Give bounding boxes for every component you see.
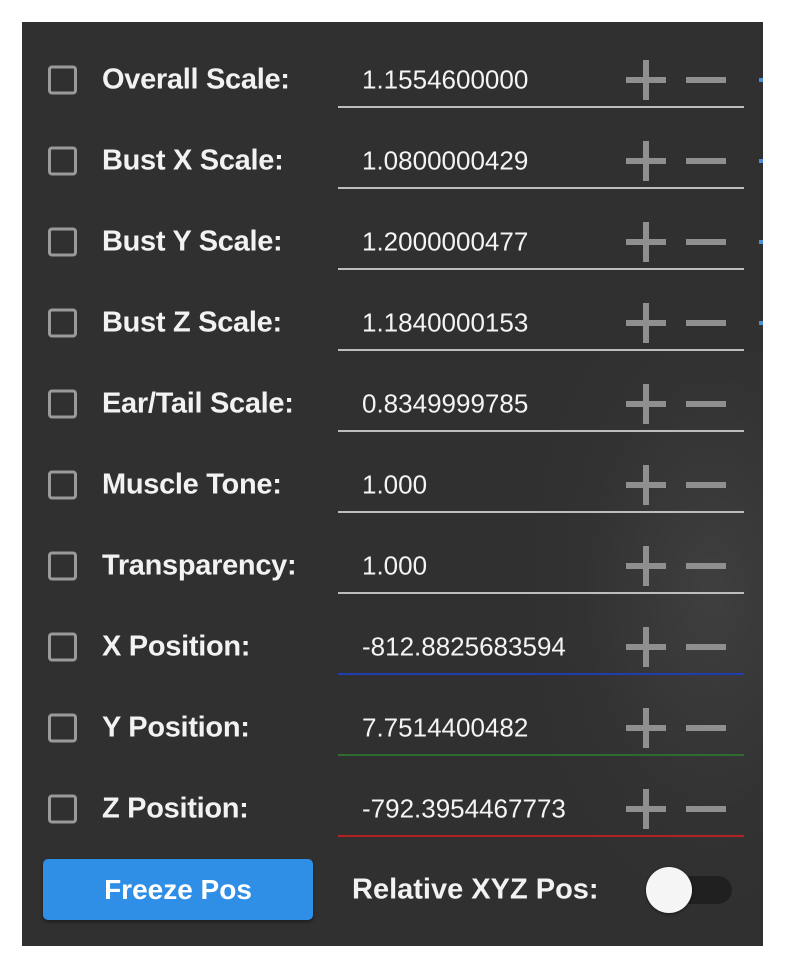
bust-x-scale-label: Bust X Scale: xyxy=(102,144,284,177)
row-overall-scale: Overall Scale: 1.1554600000 xyxy=(22,42,763,123)
muscle-tone-checkbox[interactable] xyxy=(48,470,77,500)
freeze-pos-button[interactable]: Freeze Pos xyxy=(43,859,313,920)
ear-tail-scale-label: Ear/Tail Scale: xyxy=(102,387,294,420)
row-bust-y-scale: Bust Y Scale: 1.2000000477 xyxy=(22,204,763,285)
overall-scale-value[interactable]: 1.1554600000 xyxy=(362,65,528,96)
minus-icon[interactable] xyxy=(686,303,726,343)
row-muscle-tone: Muscle Tone: 1.000 xyxy=(22,447,763,528)
bust-y-scale-value[interactable]: 1.2000000477 xyxy=(362,227,528,258)
minus-icon[interactable] xyxy=(686,789,726,829)
y-position-checkbox[interactable] xyxy=(48,713,77,743)
y-position-label: Y Position: xyxy=(102,711,250,744)
minus-icon[interactable] xyxy=(686,627,726,667)
row-y-position: Y Position: 7.7514400482 xyxy=(22,690,763,771)
z-position-label: Z Position: xyxy=(102,792,249,825)
ear-tail-scale-field[interactable]: 0.8349999785 xyxy=(338,376,744,432)
minus-icon[interactable] xyxy=(686,60,726,100)
scroll-edge-marker xyxy=(759,78,763,82)
bust-y-scale-field[interactable]: 1.2000000477 xyxy=(338,214,744,270)
x-position-checkbox[interactable] xyxy=(48,632,77,662)
plus-icon[interactable] xyxy=(626,789,666,829)
x-position-value[interactable]: -812.8825683594 xyxy=(362,632,566,663)
bust-z-scale-field[interactable]: 1.1840000153 xyxy=(338,295,744,351)
overall-scale-checkbox[interactable] xyxy=(48,65,77,95)
transform-panel: Overall Scale: 1.1554600000 Bust X Scale… xyxy=(22,22,763,946)
bust-z-scale-checkbox[interactable] xyxy=(48,308,77,338)
plus-icon[interactable] xyxy=(626,546,666,586)
bust-z-scale-label: Bust Z Scale: xyxy=(102,306,282,339)
ear-tail-scale-value[interactable]: 0.8349999785 xyxy=(362,389,528,420)
minus-icon[interactable] xyxy=(686,384,726,424)
row-ear-tail-scale: Ear/Tail Scale: 0.8349999785 xyxy=(22,366,763,447)
bust-x-scale-checkbox[interactable] xyxy=(48,146,77,176)
overall-scale-label: Overall Scale: xyxy=(102,63,290,96)
row-x-position: X Position: -812.8825683594 xyxy=(22,609,763,690)
minus-icon[interactable] xyxy=(686,141,726,181)
bust-z-scale-value[interactable]: 1.1840000153 xyxy=(362,308,528,339)
z-position-field[interactable]: -792.3954467773 xyxy=(338,781,744,837)
transparency-label: Transparency: xyxy=(102,549,297,582)
toggle-knob[interactable] xyxy=(646,867,692,913)
bust-y-scale-checkbox[interactable] xyxy=(48,227,77,257)
transparency-field[interactable]: 1.000 xyxy=(338,538,744,594)
x-position-field[interactable]: -812.8825683594 xyxy=(338,619,744,675)
plus-icon[interactable] xyxy=(626,384,666,424)
scroll-edge-marker xyxy=(759,321,763,325)
row-transparency: Transparency: 1.000 xyxy=(22,528,763,609)
muscle-tone-value[interactable]: 1.000 xyxy=(362,470,427,501)
y-position-field[interactable]: 7.7514400482 xyxy=(338,700,744,756)
scroll-edge-marker xyxy=(759,240,763,244)
plus-icon[interactable] xyxy=(626,222,666,262)
transparency-checkbox[interactable] xyxy=(48,551,77,581)
overall-scale-field[interactable]: 1.1554600000 xyxy=(338,52,744,108)
plus-icon[interactable] xyxy=(626,465,666,505)
plus-icon[interactable] xyxy=(626,141,666,181)
transparency-value[interactable]: 1.000 xyxy=(362,551,427,582)
row-bust-z-scale: Bust Z Scale: 1.1840000153 xyxy=(22,285,763,366)
row-bust-x-scale: Bust X Scale: 1.0800000429 xyxy=(22,123,763,204)
y-position-value[interactable]: 7.7514400482 xyxy=(362,713,528,744)
plus-icon[interactable] xyxy=(626,708,666,748)
relative-xyz-pos-label: Relative XYZ Pos: xyxy=(352,873,599,906)
minus-icon[interactable] xyxy=(686,222,726,262)
muscle-tone-label: Muscle Tone: xyxy=(102,468,282,501)
minus-icon[interactable] xyxy=(686,546,726,586)
bust-x-scale-field[interactable]: 1.0800000429 xyxy=(338,133,744,189)
plus-icon[interactable] xyxy=(626,303,666,343)
minus-icon[interactable] xyxy=(686,708,726,748)
z-position-value[interactable]: -792.3954467773 xyxy=(362,794,566,825)
plus-icon[interactable] xyxy=(626,627,666,667)
ear-tail-scale-checkbox[interactable] xyxy=(48,389,77,419)
bust-y-scale-label: Bust Y Scale: xyxy=(102,225,283,258)
bust-x-scale-value[interactable]: 1.0800000429 xyxy=(362,146,528,177)
z-position-checkbox[interactable] xyxy=(48,794,77,824)
plus-icon[interactable] xyxy=(626,60,666,100)
x-position-label: X Position: xyxy=(102,630,251,663)
scroll-edge-marker xyxy=(759,159,763,163)
row-z-position: Z Position: -792.3954467773 xyxy=(22,771,763,852)
muscle-tone-field[interactable]: 1.000 xyxy=(338,457,744,513)
minus-icon[interactable] xyxy=(686,465,726,505)
